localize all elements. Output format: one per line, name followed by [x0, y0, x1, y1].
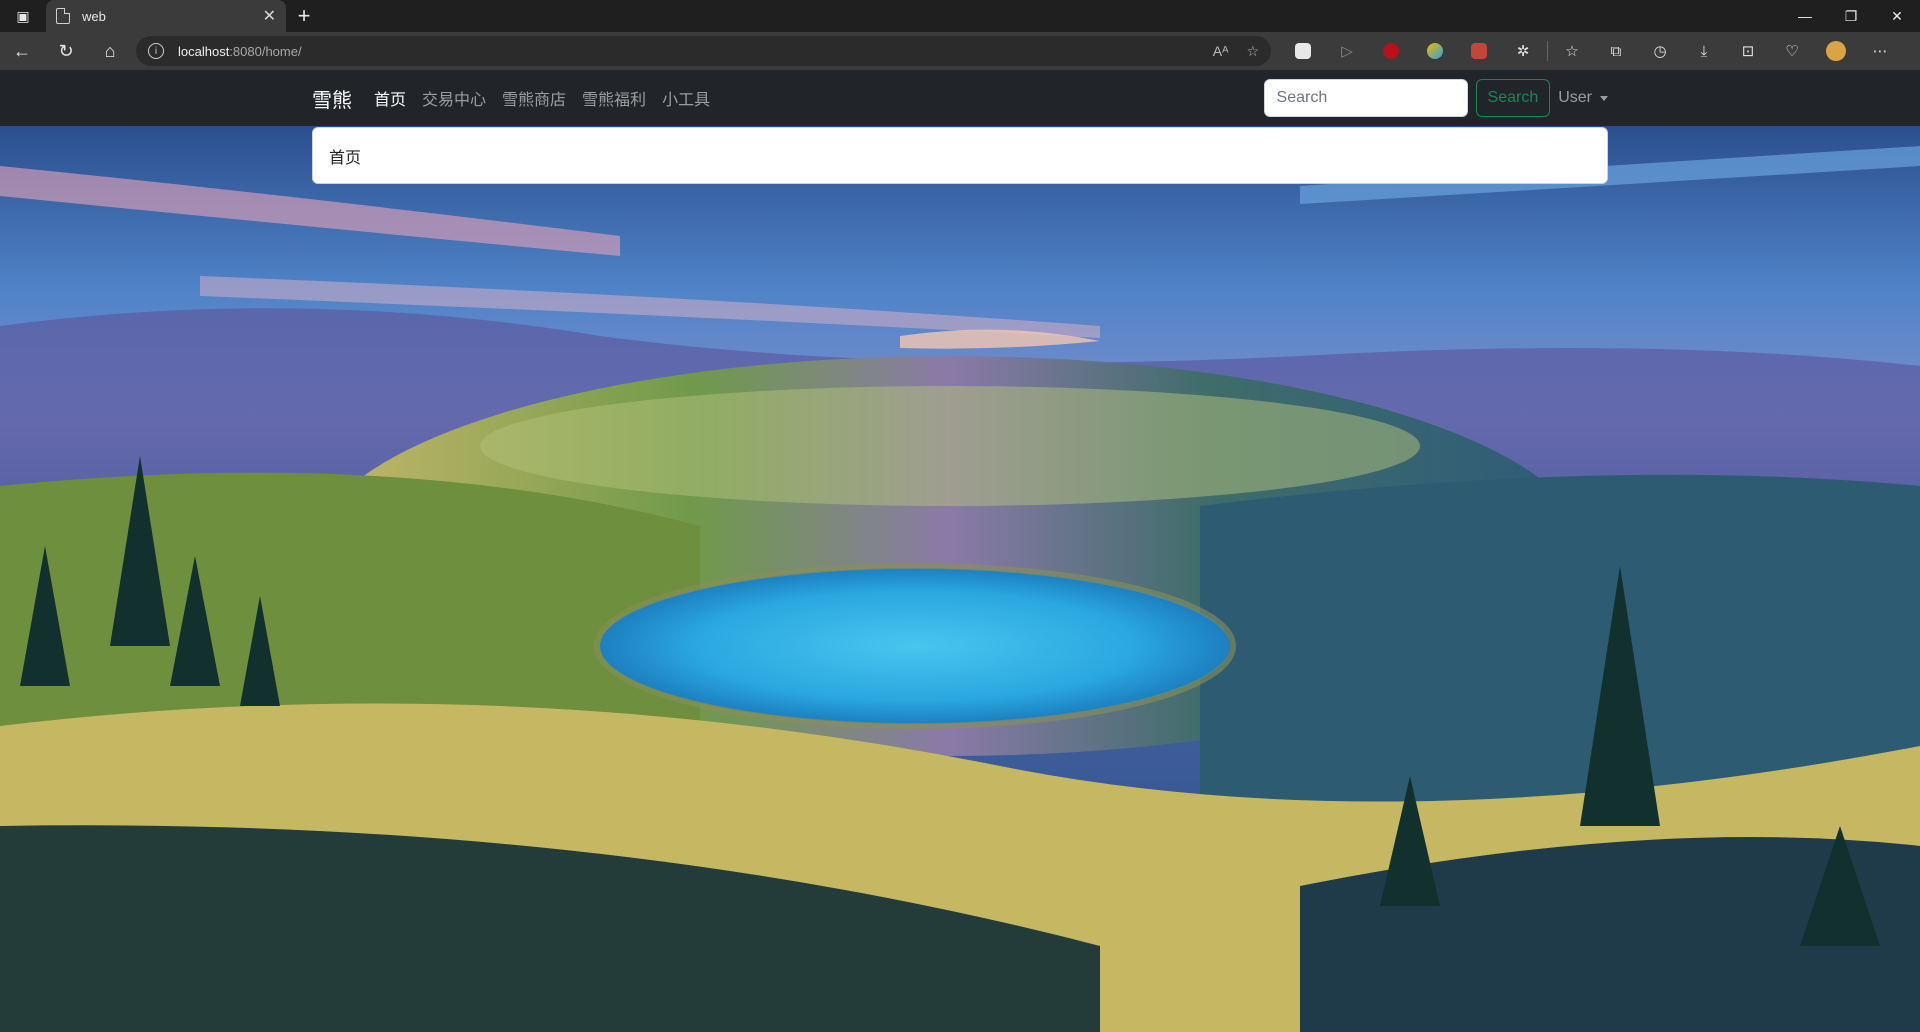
- brand-logo[interactable]: 雪熊: [312, 84, 352, 113]
- background-landscape-image: [0, 126, 1920, 1032]
- collections-icon[interactable]: ⧉: [1594, 32, 1638, 70]
- navbar-right: Search User: [1263, 79, 1608, 117]
- new-tab-icon[interactable]: +: [286, 0, 322, 32]
- user-dropdown[interactable]: User: [1558, 89, 1608, 107]
- nav-link-welfare[interactable]: 雪熊福利: [582, 86, 646, 110]
- nav-link-tools[interactable]: 小工具: [662, 86, 710, 110]
- site-info-icon[interactable]: i: [148, 43, 164, 59]
- download-icon[interactable]: ⤓: [1682, 32, 1726, 70]
- refresh-icon[interactable]: ↻: [44, 32, 88, 70]
- caret-down-icon: [1600, 95, 1608, 101]
- page-icon: [56, 8, 70, 24]
- history-icon[interactable]: ◷: [1638, 32, 1682, 70]
- toolbar-separator: [1547, 41, 1548, 61]
- more-menu-icon[interactable]: ⋯: [1858, 32, 1902, 70]
- play-icon[interactable]: ▷: [1325, 32, 1369, 70]
- extensions-icon[interactable]: ✲: [1501, 32, 1545, 70]
- read-aloud-icon[interactable]: Aᴬ: [1213, 43, 1229, 60]
- screenshot-icon[interactable]: ⊡: [1726, 32, 1770, 70]
- browser-toolbar: ← ↻ ⌂ i localhost:8080/home/ Aᴬ ☆ ▷ ✲ ☆ …: [0, 32, 1920, 70]
- restore-icon[interactable]: ❐: [1828, 0, 1874, 32]
- nav-link-store[interactable]: 雪熊商店: [502, 86, 566, 110]
- search-input[interactable]: [1263, 79, 1468, 117]
- browser-essentials-icon[interactable]: ♡: [1770, 32, 1814, 70]
- close-window-icon[interactable]: ✕: [1874, 0, 1920, 32]
- card-body-text: 首页: [329, 150, 362, 167]
- nav-link-home[interactable]: 首页: [374, 86, 406, 110]
- address-bar[interactable]: i localhost:8080/home/ Aᴬ ☆: [136, 36, 1271, 66]
- browser-tabstrip: ▣ web ✕ + — ❐ ✕: [0, 0, 1920, 32]
- user-dropdown-label: User: [1558, 89, 1592, 106]
- url-path: :8080/home/: [229, 43, 302, 59]
- extension-icon[interactable]: [1281, 32, 1325, 70]
- browser-tab[interactable]: web ✕: [46, 0, 286, 32]
- extensions-bar: ▷ ✲ ☆ ⧉ ◷ ⤓ ⊡ ♡ ⋯: [1281, 32, 1902, 70]
- favorites-icon[interactable]: ☆: [1550, 32, 1594, 70]
- profile-avatar[interactable]: [1814, 32, 1858, 70]
- tab-actions-icon[interactable]: ▣: [0, 0, 46, 32]
- close-tab-icon[interactable]: ✕: [263, 6, 276, 26]
- extension-color-icon[interactable]: [1413, 32, 1457, 70]
- home-icon[interactable]: ⌂: [88, 32, 132, 70]
- nav-link-trade-center[interactable]: 交易中心: [422, 86, 486, 110]
- extension-red-icon[interactable]: [1457, 32, 1501, 70]
- minimize-icon[interactable]: —: [1782, 0, 1828, 32]
- site-navbar: 雪熊 首页 交易中心 雪熊商店 雪熊福利 小工具 Search User: [0, 70, 1920, 126]
- add-favorite-icon[interactable]: ☆: [1246, 43, 1259, 60]
- web-page: 雪熊 首页 交易中心 雪熊商店 雪熊福利 小工具 Search User 首页: [0, 70, 1920, 1032]
- window-controls: — ❐ ✕: [1782, 0, 1920, 32]
- tab-title: web: [82, 8, 106, 24]
- url-host: localhost: [178, 43, 230, 59]
- back-icon[interactable]: ←: [0, 32, 44, 70]
- search-button[interactable]: Search: [1475, 79, 1551, 117]
- ublock-icon[interactable]: [1369, 32, 1413, 70]
- content-card: 首页: [312, 127, 1608, 184]
